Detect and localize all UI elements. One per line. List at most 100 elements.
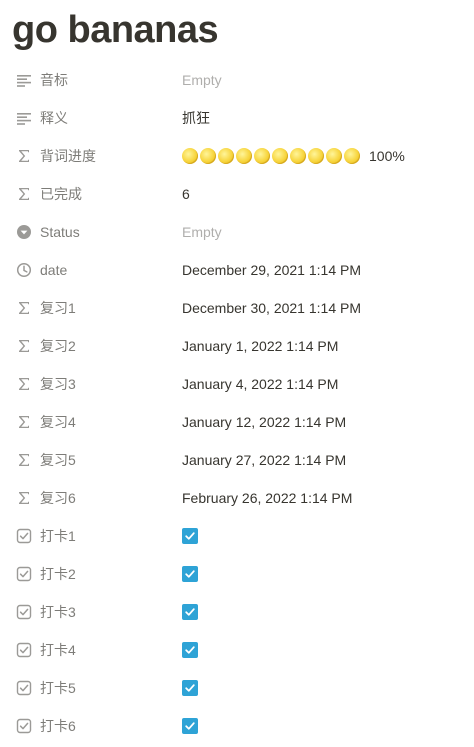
property-row[interactable]: 复习1 December 30, 2021 1:14 PM [0,289,474,327]
property-name[interactable]: 释义 [16,99,68,137]
property-row[interactable]: 释义 抓狂 [0,99,474,137]
property-label: Status [40,224,80,240]
property-row[interactable]: 复习4 January 12, 2022 1:14 PM [0,403,474,441]
property-name[interactable]: 打卡6 [16,707,76,745]
full-moon-icon [272,148,288,164]
progress-moons [182,148,362,164]
property-value[interactable]: 抓狂 [182,108,210,128]
property-label: 复习6 [40,490,76,506]
formula-icon [16,376,32,392]
checked-checkbox[interactable] [182,642,198,658]
property-name[interactable]: 打卡1 [16,517,76,555]
empty-value[interactable]: Empty [182,224,222,240]
property-label: 复习5 [40,452,76,468]
checkbox-value[interactable] [182,718,198,734]
property-name[interactable]: 复习3 [16,365,76,403]
formula-icon [16,414,32,430]
property-row[interactable]: 打卡4 [0,631,474,669]
page-title[interactable]: go bananas [12,6,219,54]
property-row[interactable]: 打卡2 [0,555,474,593]
property-label: date [40,262,68,278]
formula-icon [16,338,32,354]
property-value[interactable]: December 29, 2021 1:14 PM [182,262,361,278]
empty-value[interactable]: Empty [182,72,222,88]
property-row[interactable]: 打卡5 [0,669,474,707]
property-name[interactable]: 复习2 [16,327,76,365]
checked-checkbox[interactable] [182,604,198,620]
checkbox-icon [16,528,32,544]
property-label: 已完成 [40,186,82,202]
property-row[interactable]: 音标 Empty [0,61,474,99]
property-name[interactable]: 打卡3 [16,593,76,631]
property-row[interactable]: 复习2 January 1, 2022 1:14 PM [0,327,474,365]
checked-checkbox[interactable] [182,566,198,582]
property-row[interactable]: 打卡3 [0,593,474,631]
property-row[interactable]: 复习5 January 27, 2022 1:14 PM [0,441,474,479]
property-name[interactable]: 打卡5 [16,669,76,707]
property-name[interactable]: 打卡4 [16,631,76,669]
property-label: 打卡2 [40,566,76,582]
checked-checkbox[interactable] [182,528,198,544]
property-value[interactable]: December 30, 2021 1:14 PM [182,300,361,316]
clock-icon [16,262,32,278]
property-value[interactable]: January 12, 2022 1:14 PM [182,414,346,430]
property-label: 背词进度 [40,148,96,164]
property-label: 打卡1 [40,528,76,544]
property-value[interactable]: January 27, 2022 1:14 PM [182,452,346,468]
full-moon-icon [290,148,306,164]
property-row[interactable]: 复习6 February 26, 2022 1:14 PM [0,479,474,517]
property-row[interactable]: 打卡1 [0,517,474,555]
property-name[interactable]: Status [16,213,80,251]
full-moon-icon [182,148,198,164]
property-row[interactable]: 复习3 January 4, 2022 1:14 PM [0,365,474,403]
property-label: 打卡6 [40,718,76,734]
property-name[interactable]: date [16,251,67,289]
checkbox-icon [16,566,32,582]
checked-checkbox[interactable] [182,718,198,734]
property-label: 打卡5 [40,680,76,696]
full-moon-icon [200,148,216,164]
property-row[interactable]: 已完成 6 [0,175,474,213]
property-name[interactable]: 复习5 [16,441,76,479]
property-name[interactable]: 复习1 [16,289,76,327]
checkbox-value[interactable] [182,566,198,582]
property-row[interactable]: 背词进度 100% [0,137,474,175]
checked-checkbox[interactable] [182,680,198,696]
formula-icon [16,300,32,316]
property-label: 复习1 [40,300,76,316]
property-label: 复习2 [40,338,76,354]
property-row[interactable]: date December 29, 2021 1:14 PM [0,251,474,289]
checkbox-value[interactable] [182,604,198,620]
checkbox-value[interactable] [182,642,198,658]
full-moon-icon [308,148,324,164]
full-moon-icon [326,148,342,164]
formula-icon [16,452,32,468]
checkbox-icon [16,604,32,620]
property-row[interactable]: 打卡6 [0,707,474,745]
formula-icon [16,490,32,506]
checkbox-value[interactable] [182,680,198,696]
property-value[interactable]: January 1, 2022 1:14 PM [182,338,338,354]
property-value[interactable]: 6 [182,186,190,202]
property-label: 打卡4 [40,642,76,658]
text-icon [16,110,32,126]
property-label: 打卡3 [40,604,76,620]
property-name[interactable]: 音标 [16,61,68,99]
property-name[interactable]: 背词进度 [16,137,96,175]
status-icon [16,224,32,240]
checkbox-value[interactable] [182,528,198,544]
property-list: 音标 Empty 释义 抓狂背词进度 100% 已完成 6 Status Empty date De… [0,61,474,745]
full-moon-icon [236,148,252,164]
property-row[interactable]: Status Empty [0,213,474,251]
checkbox-icon [16,680,32,696]
property-value[interactable]: January 4, 2022 1:14 PM [182,376,338,392]
property-name[interactable]: 复习4 [16,403,76,441]
full-moon-icon [344,148,360,164]
property-name[interactable]: 复习6 [16,479,76,517]
property-name[interactable]: 已完成 [16,175,82,213]
property-value[interactable]: February 26, 2022 1:14 PM [182,490,352,506]
text-icon [16,72,32,88]
property-name[interactable]: 打卡2 [16,555,76,593]
progress-value[interactable]: 100% [182,148,405,164]
formula-icon [16,148,32,164]
